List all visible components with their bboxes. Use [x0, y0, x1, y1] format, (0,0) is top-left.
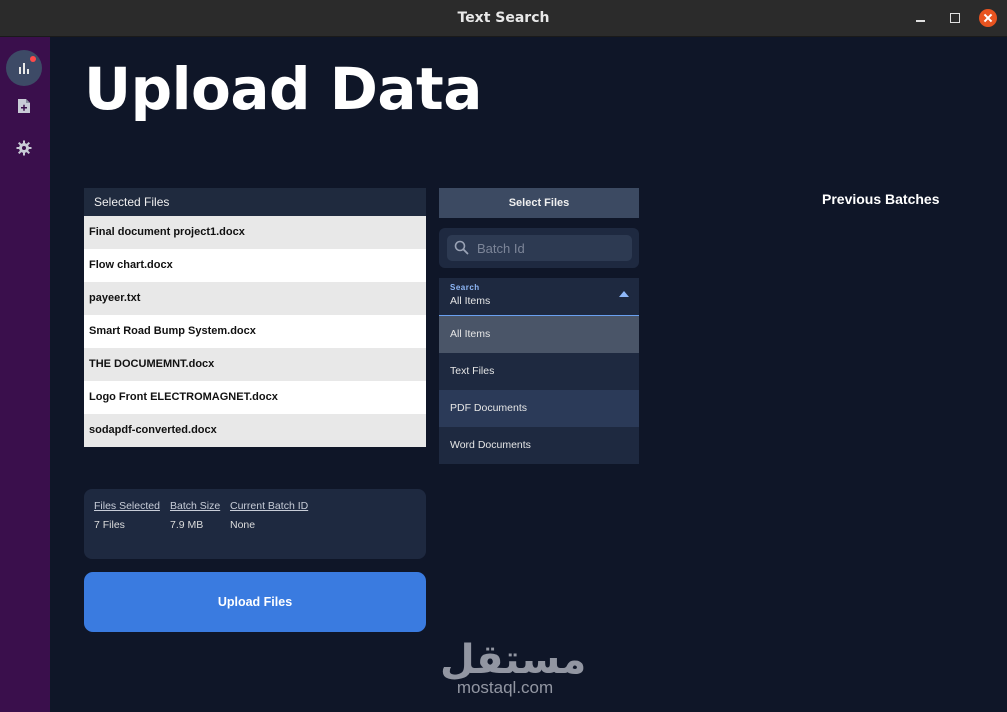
search-placeholder: Batch Id — [477, 241, 525, 256]
sidebar-item-dashboard[interactable] — [6, 50, 42, 86]
upload-files-button[interactable]: Upload Files — [84, 572, 426, 632]
dropdown-value: All Items — [450, 295, 491, 307]
stat-label: Current Batch ID — [230, 500, 309, 512]
watermark-arabic: مستقل — [440, 637, 587, 683]
document-icon — [18, 99, 30, 113]
dropdown-option-pdf-documents[interactable]: PDF Documents — [439, 390, 639, 427]
dropdown-label: Search — [450, 283, 480, 292]
file-row[interactable]: Flow chart.docx — [84, 249, 426, 282]
batch-id-search-input[interactable]: Batch Id — [447, 235, 632, 261]
mostaql-watermark: مستقل mostaql.com — [440, 637, 587, 698]
stat-label: Batch Size — [170, 500, 221, 512]
close-button[interactable] — [979, 9, 997, 27]
stat-label: Files Selected — [94, 500, 160, 512]
minimize-button[interactable] — [912, 9, 930, 27]
file-row[interactable]: THE DOCUMEMNT.docx — [84, 348, 426, 381]
file-row[interactable]: payeer.txt — [84, 282, 426, 315]
page-title: Upload Data — [84, 55, 482, 123]
stat-batch-size: Batch Size 7.9 MB — [170, 500, 220, 531]
window-title: Text Search — [457, 10, 550, 26]
file-type-dropdown[interactable]: Search All Items — [439, 278, 639, 316]
file-row[interactable]: sodapdf-converted.docx — [84, 414, 426, 447]
maximize-button[interactable] — [946, 9, 964, 27]
dropdown-option-all-items[interactable]: All Items — [439, 316, 639, 353]
file-row[interactable]: Logo Front ELECTROMAGNET.docx — [84, 381, 426, 414]
file-row[interactable]: Final document project1.docx — [84, 216, 426, 249]
dropdown-option-word-documents[interactable]: Word Documents — [439, 427, 639, 464]
title-bar: Text Search — [0, 0, 1007, 37]
stat-files-selected: Files Selected 7 Files — [94, 500, 160, 531]
select-files-button[interactable]: Select Files — [439, 188, 639, 218]
previous-batches-heading: Previous Batches — [822, 191, 940, 207]
bar-chart-icon — [19, 63, 29, 74]
sidebar-item-settings[interactable] — [6, 130, 42, 166]
notification-dot — [30, 56, 36, 62]
dropdown-menu: All Items Text Files PDF Documents Word … — [439, 316, 639, 464]
sidebar-item-documents[interactable] — [6, 88, 42, 124]
stat-value: None — [230, 519, 256, 531]
search-icon — [454, 240, 469, 255]
dropdown-option-text-files[interactable]: Text Files — [439, 353, 639, 390]
stat-current-batch-id: Current Batch ID None — [230, 500, 308, 531]
batch-stats-card: Files Selected 7 Files Batch Size 7.9 MB… — [84, 489, 426, 559]
batch-search-container: Batch Id — [439, 228, 639, 268]
selected-files-header: Selected Files — [84, 188, 426, 216]
chevron-up-icon — [619, 291, 629, 297]
stat-value: 7.9 MB — [170, 519, 204, 531]
selected-files-panel: Selected Files Final document project1.d… — [84, 188, 426, 447]
stat-value: 7 Files — [94, 519, 125, 531]
file-row[interactable]: Smart Road Bump System.docx — [84, 315, 426, 348]
gear-icon — [16, 140, 32, 156]
sidebar — [0, 37, 50, 712]
watermark-latin: mostaql.com — [456, 678, 554, 697]
